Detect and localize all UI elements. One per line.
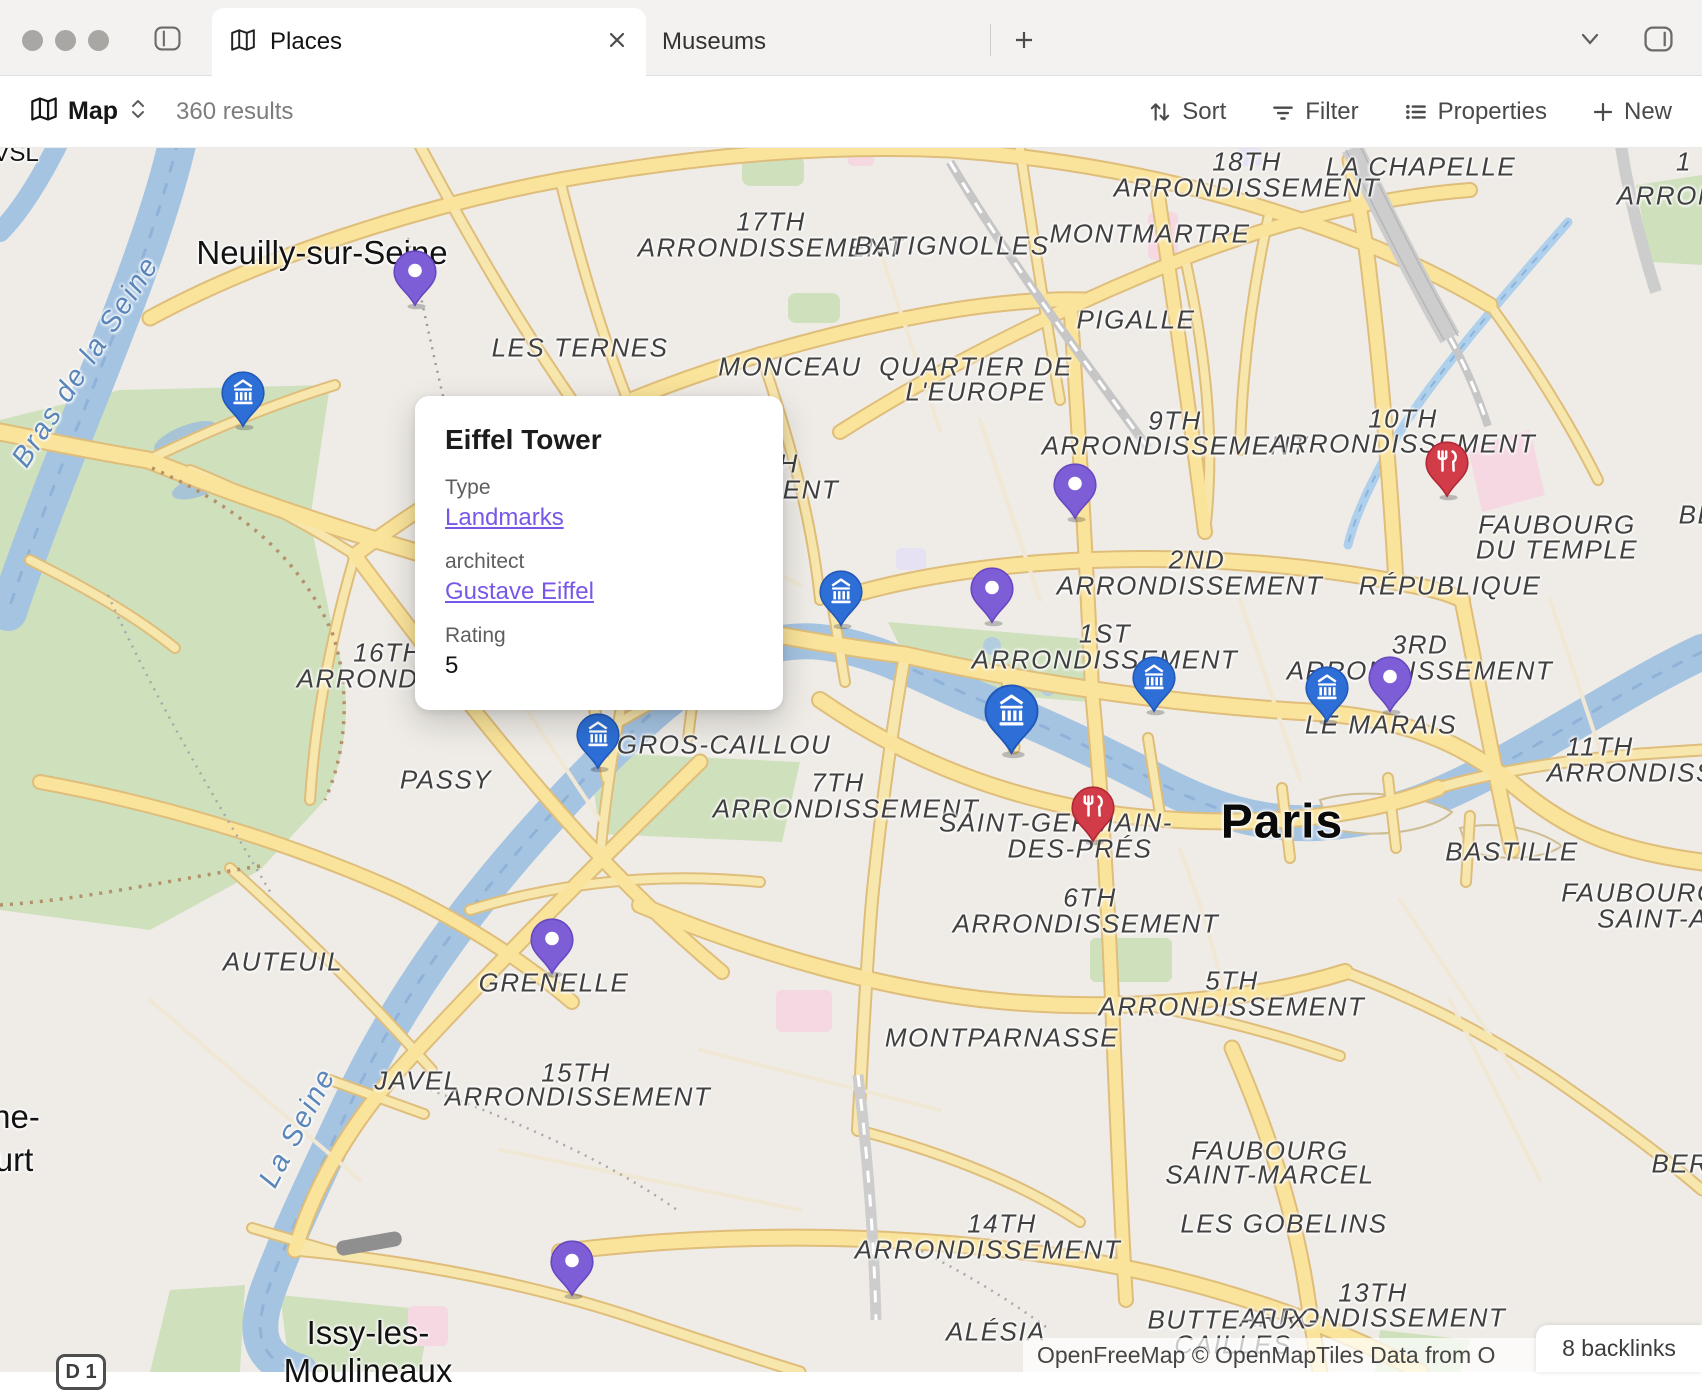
map-pin-restaurant[interactable]: [1425, 441, 1469, 506]
close-tab-icon[interactable]: [606, 29, 628, 56]
place-popup: Eiffel Tower Type Landmarks architect Gu…: [415, 396, 783, 710]
map-pin-place[interactable]: [1053, 463, 1097, 528]
field-value-architect-link[interactable]: Gustave Eiffel: [445, 578, 753, 606]
tab-label: Museums: [662, 28, 766, 56]
filter-icon: [1270, 99, 1296, 125]
popup-title: Eiffel Tower: [445, 424, 753, 456]
filter-button[interactable]: Filter: [1270, 98, 1358, 126]
plus-icon: [1591, 100, 1615, 124]
filter-label: Filter: [1305, 98, 1358, 126]
sort-icon: [1147, 99, 1173, 125]
backlinks-badge[interactable]: 8 backlinks: [1536, 1325, 1702, 1372]
field-value-type-link[interactable]: Landmarks: [445, 504, 753, 532]
minimize-window-button[interactable]: [55, 30, 76, 51]
map-pin-museum[interactable]: [576, 713, 620, 778]
panel-right-icon[interactable]: [1644, 26, 1673, 57]
map-pin-place[interactable]: [970, 567, 1014, 632]
results-count: 360 results: [176, 98, 293, 126]
view-selector[interactable]: Map: [30, 96, 148, 127]
sidebar-toggle-icon[interactable]: [154, 26, 181, 56]
sort-button[interactable]: Sort: [1147, 98, 1226, 126]
close-window-button[interactable]: [22, 30, 43, 51]
chevron-down-icon[interactable]: [1578, 31, 1602, 54]
tab-label: Places: [270, 28, 606, 56]
map-icon: [30, 96, 58, 127]
field-label-type: Type: [445, 476, 753, 500]
map-pin-restaurant[interactable]: [1071, 786, 1115, 851]
chevron-up-down-icon: [128, 97, 148, 126]
map-pin-place[interactable]: [393, 250, 437, 315]
map-pin-museum[interactable]: [1305, 666, 1349, 731]
field-label-architect: architect: [445, 550, 753, 574]
map-icon: [230, 28, 256, 57]
field-label-rating: Rating: [445, 624, 753, 648]
map-pin-place[interactable]: [1368, 656, 1412, 721]
map-pin-museum[interactable]: [221, 371, 265, 436]
sort-label: Sort: [1182, 98, 1226, 126]
map-canvas[interactable]: [0, 0, 1702, 1372]
zoom-window-button[interactable]: [88, 30, 109, 51]
view-label: Map: [68, 97, 118, 126]
view-toolbar: Map 360 results Sort Filter Properties N…: [0, 76, 1702, 148]
field-value-rating: 5: [445, 652, 753, 680]
window-controls[interactable]: [22, 30, 109, 51]
new-tab-button[interactable]: [1012, 28, 1036, 57]
new-button[interactable]: New: [1591, 98, 1672, 126]
tab-places[interactable]: Places: [212, 8, 646, 76]
map-attribution: OpenFreeMap © OpenMapTiles Data from O: [1023, 1338, 1536, 1372]
tab-divider: [990, 24, 991, 56]
map-pin-place[interactable]: [530, 918, 574, 983]
map-pin-museum[interactable]: [1132, 656, 1176, 721]
properties-label: Properties: [1438, 98, 1547, 126]
road-shield: D 1: [56, 1354, 106, 1390]
map-pin-museum[interactable]: [819, 570, 863, 635]
properties-icon: [1403, 99, 1429, 125]
new-label: New: [1624, 98, 1672, 126]
tab-museums[interactable]: Museums: [646, 8, 990, 76]
map-pin-place[interactable]: [550, 1240, 594, 1305]
map-pin-museum[interactable]: [984, 684, 1039, 764]
properties-button[interactable]: Properties: [1403, 98, 1547, 126]
